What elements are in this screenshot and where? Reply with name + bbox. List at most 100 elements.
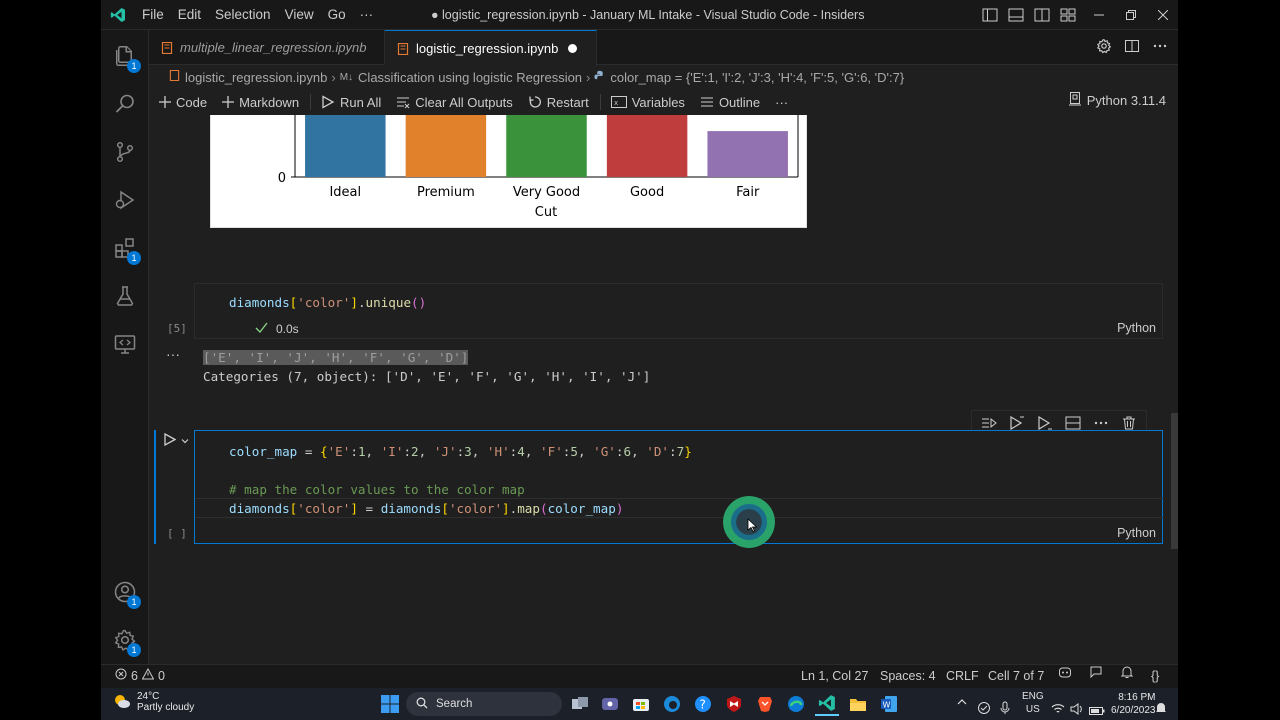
- edge-browser-icon[interactable]: [784, 692, 808, 716]
- cell-language[interactable]: Python: [1117, 321, 1156, 335]
- input-language[interactable]: ENG US: [1022, 690, 1044, 716]
- tab-multiple-linear-regression[interactable]: multiple_linear_regression.ipynb: [149, 30, 385, 65]
- cell-code[interactable]: color_map = {'E':1, 'I':2, 'J':3, 'H':4,…: [229, 442, 692, 518]
- cursor-position[interactable]: Ln 1, Col 27: [801, 665, 868, 687]
- run-all-button[interactable]: Run All: [321, 95, 381, 110]
- problems-indicator[interactable]: 6 0: [115, 665, 165, 687]
- end-of-line[interactable]: CRLF: [946, 665, 979, 687]
- cell-language[interactable]: Python: [1117, 526, 1156, 540]
- indentation[interactable]: Spaces: 4: [880, 665, 936, 687]
- x-tick-label: Ideal: [329, 185, 361, 200]
- vertical-scrollbar-thumb[interactable]: [1171, 413, 1178, 549]
- show-hidden-icons-chevron-up-icon[interactable]: [957, 688, 967, 720]
- split-editor-icon[interactable]: [1124, 38, 1140, 57]
- mcafee-icon[interactable]: [722, 692, 746, 716]
- menu-selection[interactable]: Selection: [208, 0, 278, 30]
- remote-explorer-icon[interactable]: [101, 320, 149, 368]
- run-and-debug-icon[interactable]: [101, 176, 149, 224]
- bar-fair: [707, 131, 788, 177]
- plus-icon: [159, 96, 171, 108]
- cell-code[interactable]: diamonds['color'].unique(): [229, 293, 426, 312]
- search-icon[interactable]: [101, 80, 149, 128]
- copilot-icon[interactable]: [1058, 665, 1072, 679]
- clock[interactable]: 8:16 PM 6/20/2023: [1111, 691, 1156, 717]
- accounts-icon[interactable]: 1: [101, 568, 149, 616]
- add-markdown-cell-button[interactable]: Markdown: [222, 95, 299, 110]
- breadcrumb-file[interactable]: logistic_regression.ipynb: [169, 70, 327, 85]
- tab-logistic-regression[interactable]: logistic_regression.ipynb: [385, 30, 597, 66]
- restore-icon[interactable]: [1116, 0, 1146, 30]
- variables-button[interactable]: x Variables: [610, 95, 685, 110]
- extensions-badge: 1: [127, 251, 141, 265]
- breadcrumb-symbol[interactable]: color_map = {'E':1, 'I':2, 'J':3, 'H':4,…: [594, 70, 904, 85]
- notebook-settings-gear-icon[interactable]: [1096, 38, 1112, 57]
- accounts-badge: 1: [127, 595, 141, 609]
- tab-label: logistic_regression.ipynb: [416, 41, 559, 56]
- file-explorer-icon[interactable]: [846, 692, 870, 716]
- testing-icon[interactable]: [101, 272, 149, 320]
- vscode-insiders-taskbar-icon[interactable]: [815, 692, 839, 716]
- extensions-icon[interactable]: 1: [101, 224, 149, 272]
- toggle-panel-icon[interactable]: [1007, 6, 1025, 24]
- menu-more[interactable]: ···: [353, 0, 381, 30]
- run-options-chevron-down-icon[interactable]: [181, 433, 189, 448]
- kernel-picker[interactable]: Python 3.11.4: [1068, 92, 1166, 109]
- cell-indicator[interactable]: Cell 7 of 7: [988, 665, 1044, 687]
- add-code-label: Code: [176, 94, 208, 110]
- task-view-icon[interactable]: [568, 692, 592, 716]
- clock-date: 6/20/2023: [1111, 705, 1156, 716]
- source-control-icon[interactable]: [101, 128, 149, 176]
- microphone-icon[interactable]: [1000, 697, 1010, 720]
- weather-widget[interactable]: 24°C Partly cloudy: [113, 691, 194, 713]
- outline-button[interactable]: Outline: [700, 95, 760, 110]
- run-cell-icon[interactable]: [164, 432, 177, 449]
- edge-dev-icon[interactable]: [660, 692, 684, 716]
- microsoft-store-icon[interactable]: [629, 692, 653, 716]
- menu-edit[interactable]: Edit: [171, 0, 208, 30]
- more-actions-icon[interactable]: [1152, 38, 1168, 57]
- taskbar-search[interactable]: Search: [406, 692, 562, 716]
- code-cell-5[interactable]: diamonds['color'].unique() 0.0s Python: [194, 283, 1163, 339]
- explorer-badge: 1: [127, 59, 141, 73]
- close-window-icon[interactable]: [1148, 0, 1178, 30]
- explorer-icon[interactable]: 1: [101, 32, 149, 80]
- help-icon[interactable]: ?: [691, 692, 715, 716]
- add-code-cell-button[interactable]: Code: [159, 95, 207, 110]
- output-more-icon[interactable]: ···: [166, 346, 180, 362]
- chevron-right-icon: ›: [331, 69, 336, 85]
- windows-start-icon[interactable]: [378, 692, 402, 716]
- battery-icon[interactable]: [1089, 698, 1105, 720]
- notification-center-icon[interactable]: [1155, 697, 1167, 720]
- language-mode-braces[interactable]: {}: [1151, 665, 1159, 687]
- menu-view[interactable]: View: [278, 0, 321, 30]
- breadcrumb-section[interactable]: M↓ Classification using logistic Regress…: [340, 70, 582, 85]
- x-tick-label: Very Good: [513, 185, 580, 200]
- notifications-bell-icon[interactable]: [1120, 665, 1134, 679]
- sync-icon[interactable]: [977, 697, 991, 720]
- customize-layout-icon[interactable]: [1059, 6, 1077, 24]
- toggle-primary-sidebar-icon[interactable]: [981, 6, 999, 24]
- cell-output-categories: Categories (7, object): ['D', 'E', 'F', …: [203, 369, 651, 384]
- warning-icon: [141, 665, 155, 687]
- menu-go[interactable]: Go: [321, 0, 353, 30]
- feedback-icon[interactable]: [1089, 665, 1103, 679]
- brave-browser-icon[interactable]: [753, 692, 777, 716]
- toolbar-more-button[interactable]: ···: [775, 95, 788, 110]
- menu-file[interactable]: File: [135, 0, 171, 30]
- notebook-editor: 0 Cut Ideal Premium Very Good Good Fair diam…: [149, 115, 1178, 664]
- error-count: 6: [131, 669, 138, 683]
- clear-all-outputs-button[interactable]: Clear All Outputs: [396, 95, 513, 110]
- word-icon[interactable]: W: [877, 692, 901, 716]
- unsaved-dot-icon[interactable]: [568, 44, 578, 53]
- wifi-icon[interactable]: [1051, 697, 1065, 720]
- toggle-secondary-sidebar-icon[interactable]: [1033, 6, 1051, 24]
- minimize-icon[interactable]: [1084, 0, 1114, 30]
- restart-kernel-button[interactable]: Restart: [528, 95, 589, 110]
- warning-count: 0: [157, 669, 165, 683]
- manage-gear-icon[interactable]: 1: [101, 616, 149, 664]
- teams-chat-icon[interactable]: [598, 692, 622, 716]
- volume-icon[interactable]: [1070, 697, 1084, 720]
- code-cell-7[interactable]: color_map = {'E':1, 'I':2, 'J':3, 'H':4,…: [194, 430, 1164, 544]
- toolbar-divider: [310, 94, 312, 110]
- bar-chart-output: 0 Cut Ideal Premium Very Good Good Fair: [210, 115, 807, 228]
